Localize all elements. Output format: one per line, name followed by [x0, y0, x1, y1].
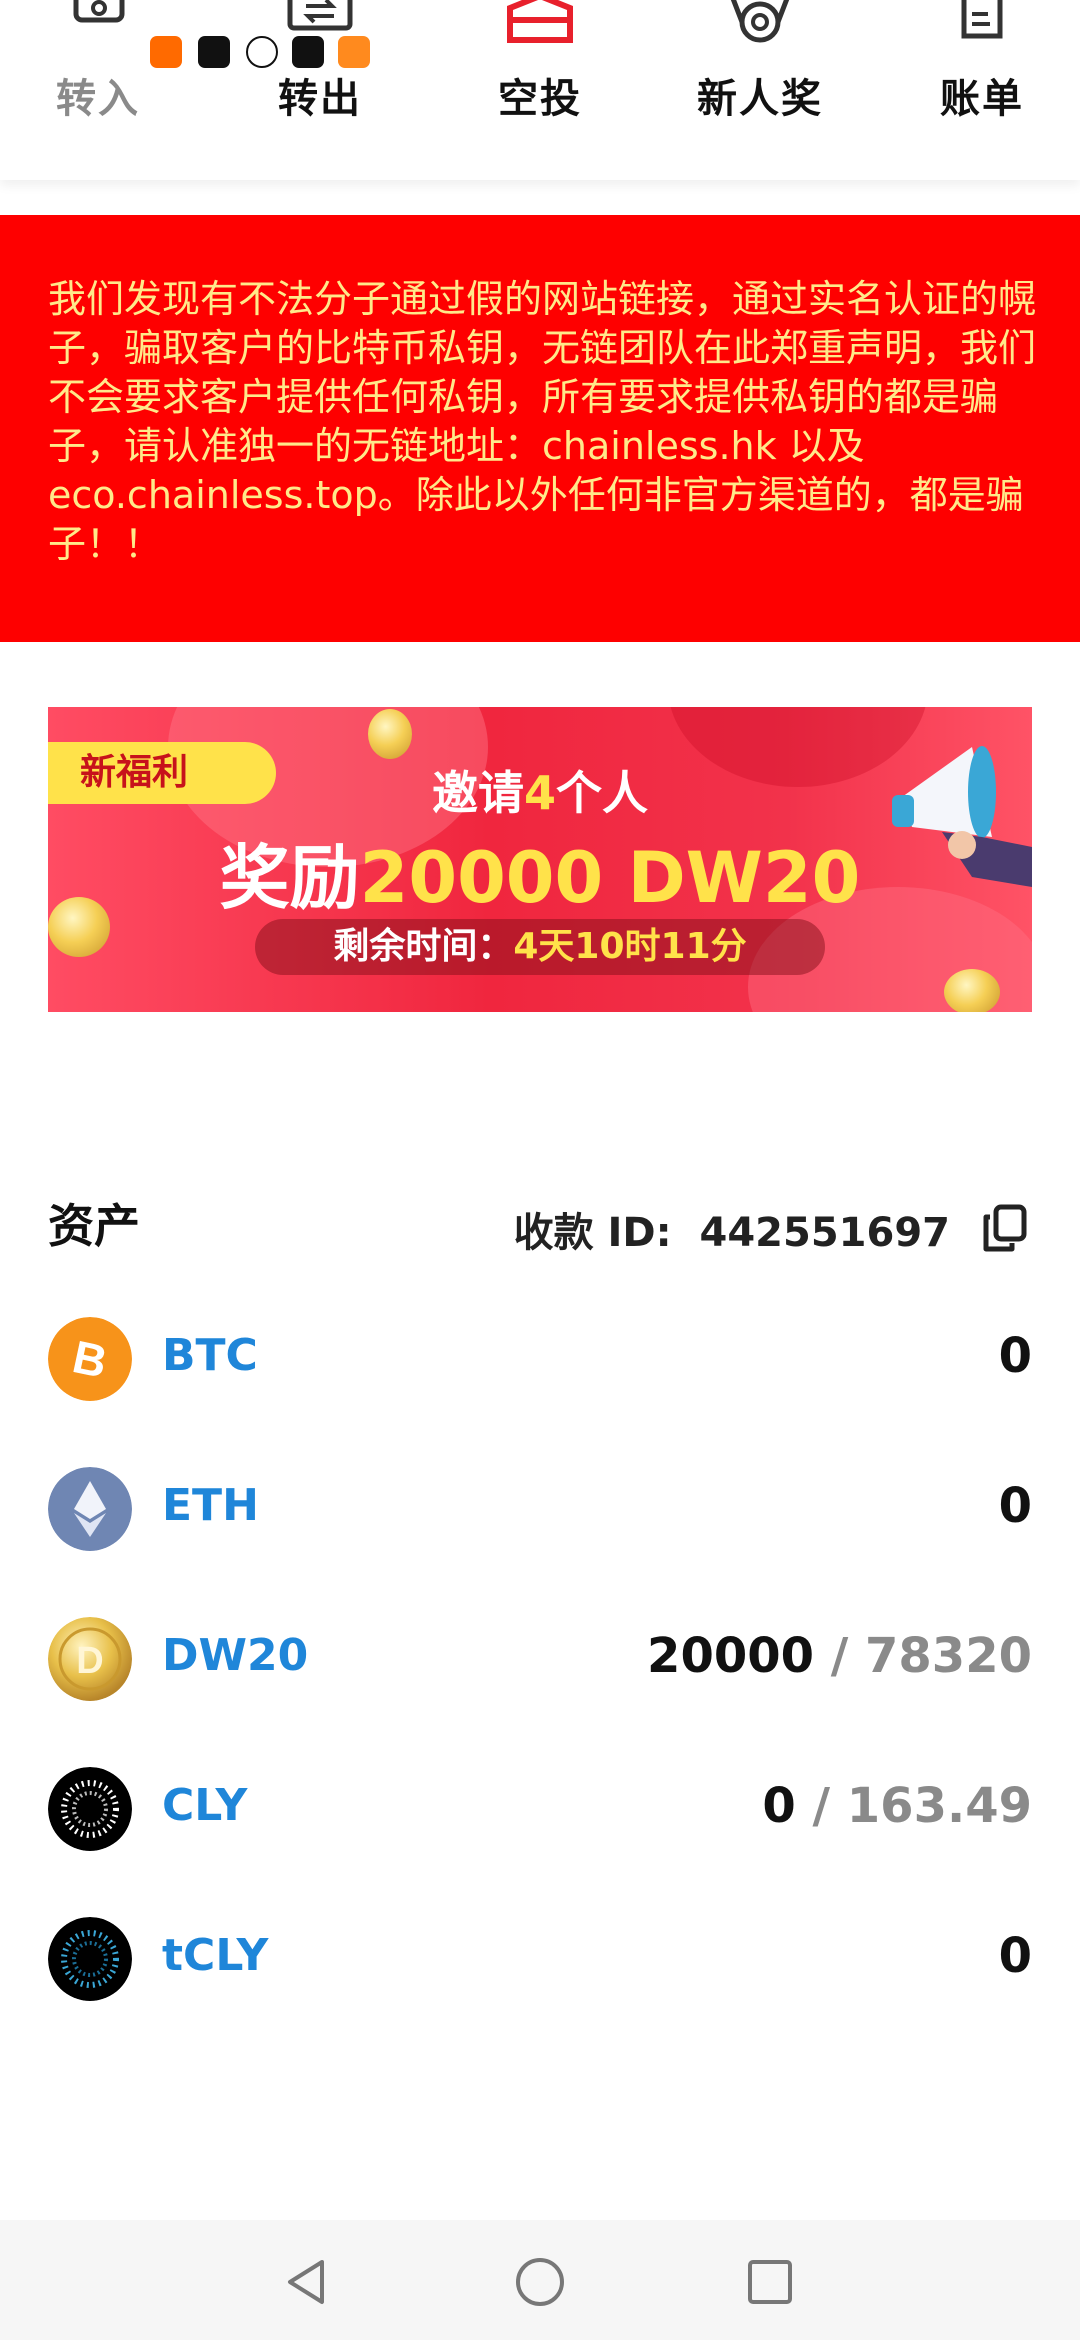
ethereum-icon: [48, 1467, 132, 1551]
asset-row-eth[interactable]: ETH 0: [0, 1442, 1080, 1572]
asset-name: ETH: [162, 1480, 259, 1531]
asset-balance: 20000 / 78320: [647, 1628, 1032, 1684]
tcly-token-icon: [48, 1917, 132, 2001]
asset-row-dw20[interactable]: D DW20 20000 / 78320: [0, 1592, 1080, 1722]
video-app-icon: [338, 36, 370, 68]
nav-label-airdrop: 空投: [498, 76, 582, 122]
newcomer-medal-icon: [730, 0, 790, 43]
airdrop-gift-icon: [507, 0, 573, 43]
nav-newcomer-reward[interactable]: 新人奖: [680, 0, 840, 180]
copy-icon[interactable]: [980, 1203, 1030, 1253]
receive-id: 收款 ID: 442551697: [513, 1210, 950, 1256]
asset-balance: 0: [998, 1928, 1032, 1984]
nav-label-bill: 账单: [940, 76, 1024, 122]
asset-name: DW20: [162, 1630, 309, 1681]
assets-title: 资产: [48, 1199, 140, 1253]
gold-coin-icon: [368, 709, 412, 759]
invite-reward-banner[interactable]: 新福利 邀请4个人 奖励20000 DW20 剩余时间：4天10时11分: [48, 707, 1032, 1012]
gold-coin-icon: [944, 969, 1000, 1012]
recents-icon[interactable]: [742, 2254, 798, 2310]
dw20-coin-icon: D: [48, 1617, 132, 1701]
nav-label-transfer-out: 转出: [278, 76, 362, 122]
qq-icon: [246, 36, 278, 68]
asset-row-btc[interactable]: B BTC 0: [0, 1292, 1080, 1422]
asset-balance: 0: [998, 1328, 1032, 1384]
home-icon[interactable]: [512, 2254, 568, 2310]
cly-token-icon: [48, 1767, 132, 1851]
nav-airdrop[interactable]: 空投: [460, 0, 620, 180]
scam-warning-banner: 我们发现有不法分子通过假的网站链接，通过实名认证的幌子，骗取客户的比特币私钥，无…: [0, 215, 1080, 642]
remaining-time: 剩余时间：4天10时11分: [255, 919, 825, 975]
bill-icon: [961, 0, 1003, 39]
asset-name: BTC: [162, 1330, 258, 1381]
top-action-bar: 转入 转出 空投 新人奖 账单: [0, 0, 1080, 180]
warning-text: 我们发现有不法分子通过假的网站链接，通过实名认证的幌子，骗取客户的比特币私钥，无…: [48, 277, 1037, 566]
app-notification-icon: [198, 36, 230, 68]
asset-row-cly[interactable]: CLY 0 / 163.49: [0, 1742, 1080, 1872]
nav-label-newcomer-reward: 新人奖: [697, 76, 823, 122]
bitcoin-icon: B: [48, 1317, 132, 1401]
nav-label-deposit: 转入: [56, 76, 140, 122]
asset-name: tCLY: [162, 1930, 269, 1981]
dice-app-icon: [292, 36, 324, 68]
megaphone-icon: [892, 746, 1032, 887]
svg-text:D: D: [76, 1640, 103, 1682]
app-notification-icon: [150, 36, 182, 68]
system-navigation-bar: [0, 2220, 1080, 2340]
asset-name: CLY: [162, 1780, 248, 1831]
asset-balance: 0: [998, 1478, 1032, 1534]
nav-transfer-out[interactable]: 转出: [240, 0, 400, 180]
asset-row-tcly[interactable]: tCLY 0: [0, 1892, 1080, 2022]
nav-bill[interactable]: 账单: [902, 0, 1062, 180]
nav-deposit[interactable]: 转入: [18, 0, 178, 180]
asset-balance: 0 / 163.49: [762, 1778, 1032, 1834]
back-icon[interactable]: [280, 2254, 336, 2310]
